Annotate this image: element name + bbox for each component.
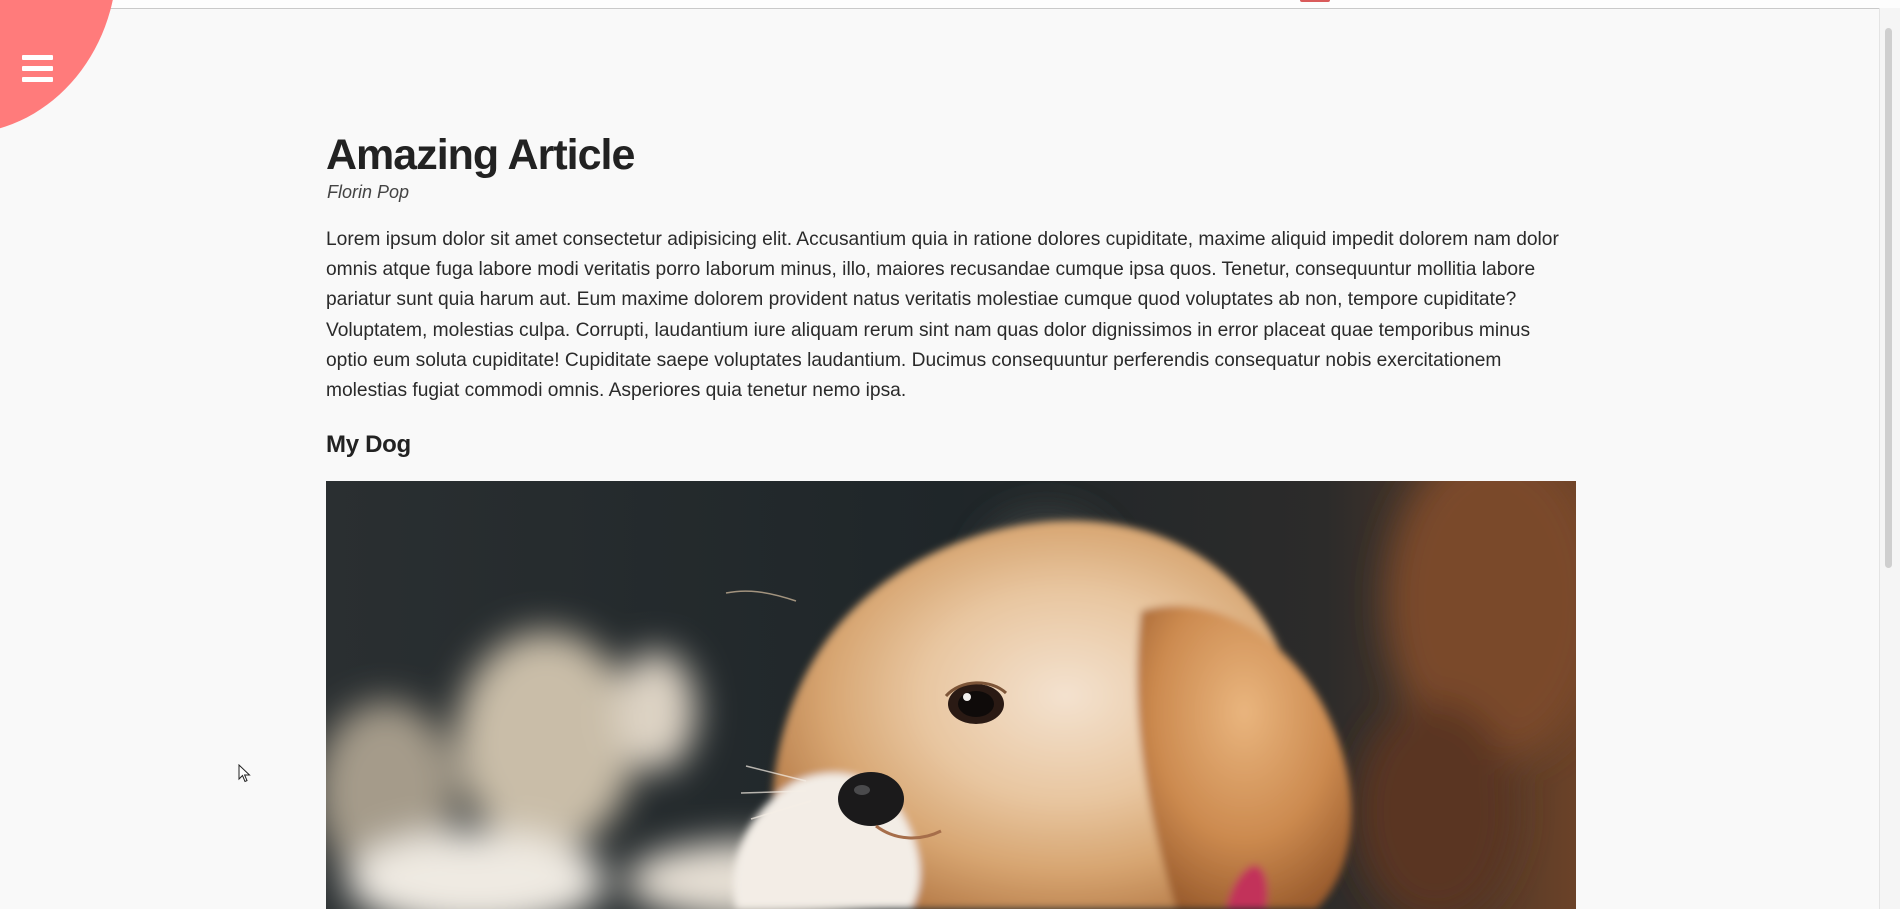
dog-photo (326, 481, 1576, 909)
article-author: Florin Pop (327, 182, 410, 202)
article-title: Amazing Article (326, 131, 635, 179)
article-body: Lorem ipsum dolor sit amet consectetur a… (326, 229, 1559, 402)
article-subtitle: My Dog (326, 431, 411, 459)
article: Amazing Article Florin Pop Lorem ipsum d… (326, 130, 1576, 459)
scrollbar-thumb[interactable] (1885, 28, 1892, 568)
mouse-cursor-icon (238, 764, 251, 783)
vertical-scrollbar[interactable] (1879, 8, 1900, 909)
hamburger-menu-icon[interactable] (12, 46, 64, 94)
page: Amazing Article Florin Pop Lorem ipsum d… (0, 0, 1900, 909)
browser-top-edge (0, 0, 1900, 9)
top-accent-mark (1300, 0, 1330, 2)
